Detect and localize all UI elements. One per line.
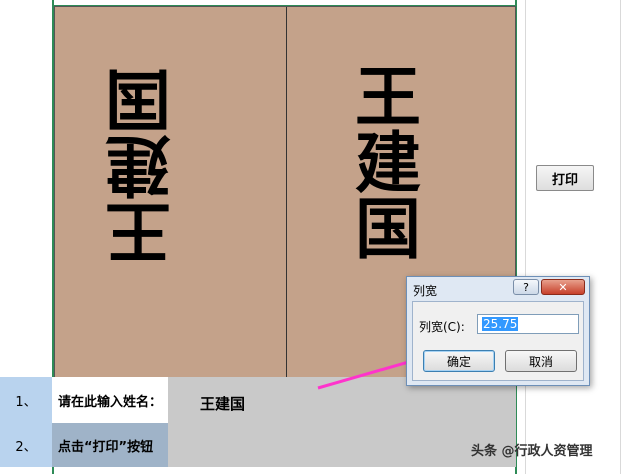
- name-character: 国: [105, 60, 171, 137]
- row-label-1: 请在此输入姓名：: [52, 377, 168, 423]
- print-button[interactable]: 打印: [536, 165, 594, 191]
- cancel-button[interactable]: 取消: [505, 350, 577, 372]
- dialog-body: 列宽(C): 25.75 确定 取消: [412, 301, 584, 381]
- name-character: 国: [355, 191, 421, 268]
- row-number-1: 1、: [0, 377, 52, 423]
- dialog-title: 列宽: [413, 284, 438, 298]
- row-number-2: 2、: [0, 423, 52, 467]
- grid-line: [620, 0, 621, 474]
- ok-button[interactable]: 确定: [423, 350, 495, 372]
- name-character: 建: [355, 125, 421, 202]
- name-input-value: 王建国: [200, 395, 246, 413]
- close-button[interactable]: ✕: [541, 279, 585, 295]
- column-width-label: 列宽(C):: [419, 320, 465, 334]
- row-label-2: 点击“打印”按钮: [52, 423, 168, 467]
- help-button[interactable]: ?: [513, 279, 539, 295]
- name-left-rotated: 王建国: [103, 60, 173, 269]
- watermark-text: 头条 @行政人资管理: [471, 444, 593, 459]
- column-width-input[interactable]: 25.75: [477, 314, 579, 334]
- name-text: 王建国: [103, 60, 173, 269]
- name-right-upright: 王建国: [353, 65, 423, 263]
- grid-line: [525, 0, 526, 474]
- card-fold-line: [286, 7, 287, 377]
- name-character: 王: [355, 59, 421, 136]
- column-width-value: 25.75: [482, 317, 519, 331]
- name-character: 建: [105, 126, 171, 203]
- name-text: 王建国: [353, 65, 423, 263]
- empty-cell: [168, 423, 516, 467]
- name-character: 王: [105, 192, 171, 269]
- column-width-dialog: 列宽 ? ✕ 列宽(C): 25.75 确定 取消: [406, 276, 590, 386]
